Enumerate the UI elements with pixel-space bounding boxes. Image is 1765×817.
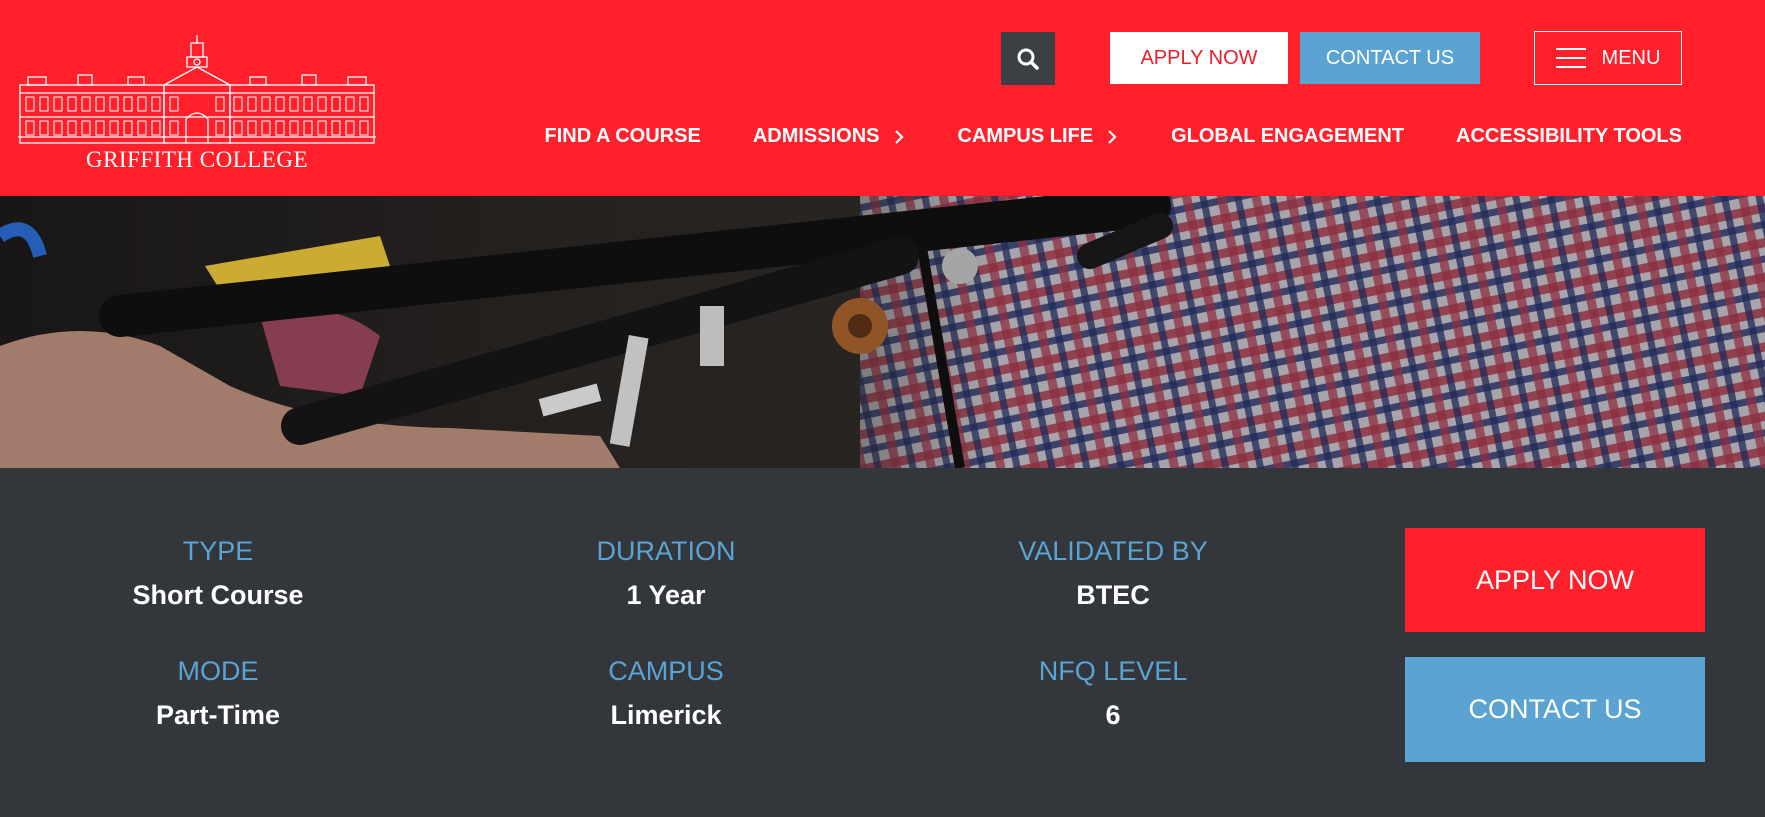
nav-find-a-course[interactable]: FIND A COURSE (545, 125, 701, 148)
hamburger-icon (1555, 48, 1586, 68)
info-label: CAMPUS (608, 656, 724, 686)
apply-now-button[interactable]: APPLY NOW (1405, 528, 1705, 632)
header-contact-us-button[interactable]: CONTACT US (1300, 32, 1480, 84)
info-validated-by: VALIDATED BY BTEC (933, 534, 1293, 612)
search-button[interactable] (1001, 32, 1055, 85)
nav-global-engagement[interactable]: GLOBAL ENGAGEMENT (1171, 125, 1404, 148)
info-nfq-level: NFQ LEVEL 6 (933, 654, 1293, 732)
info-campus: CAMPUS Limerick (486, 654, 846, 732)
info-value: 1 Year (626, 580, 706, 610)
info-label: TYPE (182, 536, 254, 566)
site-header: GRIFFITH COLLEGE APPLY NOW CONTACT US ME… (0, 0, 1765, 196)
info-label: DURATION (596, 536, 736, 566)
college-building-icon (18, 35, 376, 144)
nav-label: CAMPUS LIFE (957, 125, 1094, 147)
nav-admissions[interactable]: ADMISSIONS (753, 125, 906, 148)
info-label: MODE (177, 656, 259, 686)
info-value: Part-Time (155, 700, 281, 730)
nav-label: GLOBAL ENGAGEMENT (1171, 125, 1405, 147)
info-duration: DURATION 1 Year (486, 534, 846, 612)
info-value: 6 (1105, 700, 1121, 730)
logo-wordmark: GRIFFITH COLLEGE (85, 147, 309, 172)
nav-label: FIND A COURSE (544, 125, 701, 147)
hero-image (0, 196, 1765, 468)
info-type: TYPE Short Course (38, 534, 398, 612)
info-value: Limerick (610, 700, 722, 730)
info-mode: MODE Part-Time (38, 654, 398, 732)
contact-us-button[interactable]: CONTACT US (1405, 657, 1705, 762)
nav-label: ADMISSIONS (752, 125, 880, 147)
main-nav: FIND A COURSE ADMISSIONS CAMPUS LIFE GLO… (545, 125, 1683, 148)
nav-accessibility-tools[interactable]: ACCESSIBILITY TOOLS (1456, 125, 1682, 148)
info-label: VALIDATED BY (1018, 536, 1208, 566)
info-value: Short Course (132, 580, 304, 610)
nav-label: ACCESSIBILITY TOOLS (1456, 125, 1682, 147)
search-icon (1017, 48, 1039, 70)
chevron-right-icon (1108, 129, 1117, 144)
header-apply-now-button[interactable]: APPLY NOW (1110, 32, 1288, 84)
nav-campus-life[interactable]: CAMPUS LIFE (958, 125, 1120, 148)
course-info-panel (0, 468, 1765, 817)
info-label: NFQ LEVEL (1038, 656, 1188, 686)
info-value: BTEC (1076, 580, 1150, 610)
menu-label: MENU (1601, 46, 1661, 69)
menu-button[interactable]: MENU (1534, 31, 1682, 85)
griffith-college-logo[interactable]: GRIFFITH COLLEGE (18, 33, 376, 175)
chevron-right-icon (894, 129, 904, 144)
